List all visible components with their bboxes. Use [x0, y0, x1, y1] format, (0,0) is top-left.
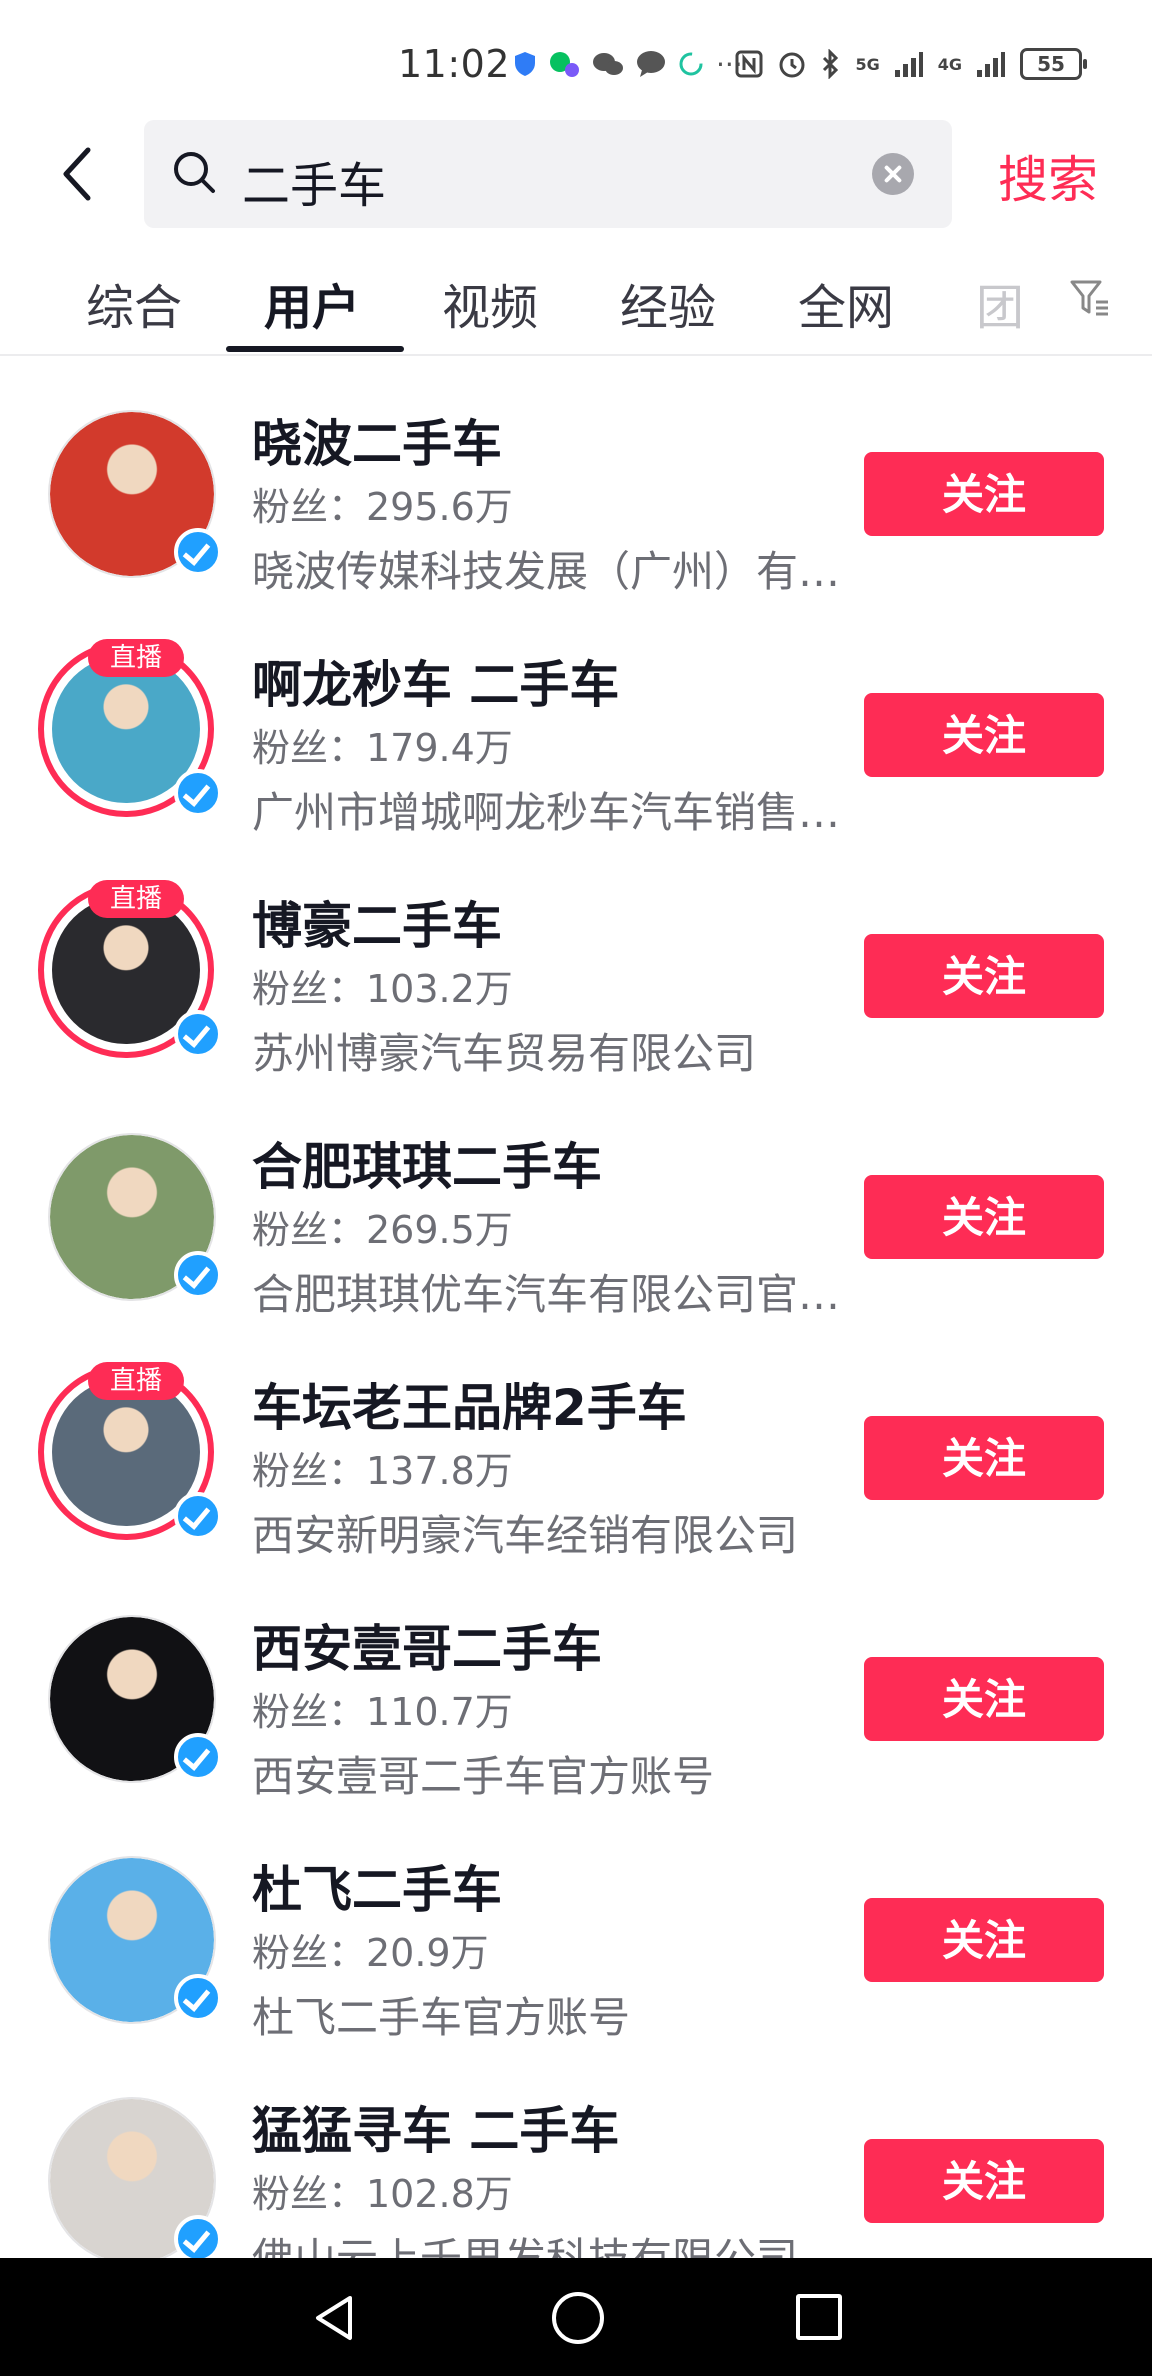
- follow-button[interactable]: 关注: [864, 1416, 1104, 1500]
- search-query[interactable]: 二手车: [242, 146, 386, 216]
- user-list: 晓波二手车 粉丝：295.6万 晓波传媒科技发展（广州）有限公司 关注 直播 啊…: [0, 378, 1152, 2306]
- fan-count: 粉丝：110.7万: [252, 1690, 513, 1734]
- nav-back-icon[interactable]: [312, 2294, 356, 2342]
- follow-button[interactable]: 关注: [864, 1657, 1104, 1741]
- verified-icon: [174, 769, 222, 817]
- user-description: 晓波传媒科技发展（广州）有限公司: [252, 547, 842, 596]
- user-row[interactable]: 西安壹哥二手车 粉丝：110.7万 西安壹哥二手车官方账号 关注: [0, 1583, 1152, 1824]
- search-icon: [174, 152, 215, 193]
- fan-count: 粉丝：137.8万: [252, 1449, 513, 1493]
- avatar-wrap: [48, 1856, 222, 2024]
- nav-home-icon[interactable]: [552, 2292, 604, 2344]
- alarm-icon: [779, 52, 805, 78]
- avatar-wrap: 直播: [38, 1362, 222, 1542]
- user-name[interactable]: 晓波二手车: [252, 404, 502, 476]
- system-nav-bar: [0, 2258, 1152, 2376]
- signal-icon-2: [977, 52, 1005, 77]
- follow-button[interactable]: 关注: [864, 693, 1104, 777]
- user-row[interactable]: 直播 博豪二手车 粉丝：103.2万 苏州博豪汽车贸易有限公司 关注: [0, 860, 1152, 1101]
- live-badge: 直播: [88, 880, 184, 918]
- status-time: 11:02: [398, 42, 511, 86]
- user-row[interactable]: 直播 啊龙秒车 二手车 粉丝：179.4万 广州市增城啊龙秒车汽车销售有限公司 …: [0, 619, 1152, 860]
- clear-icon[interactable]: [872, 153, 914, 195]
- verified-icon: [174, 1974, 222, 2022]
- battery-level: 55: [1037, 52, 1065, 76]
- follow-button[interactable]: 关注: [864, 1898, 1104, 1982]
- user-description: 广州市增城啊龙秒车汽车销售有限公司: [252, 788, 842, 837]
- active-tab-indicator: [226, 346, 404, 352]
- user-row[interactable]: 杜飞二手车 粉丝：20.9万 杜飞二手车官方账号 关注: [0, 1824, 1152, 2065]
- fan-count: 粉丝：295.6万: [252, 485, 513, 529]
- filter-icon[interactable]: [1068, 276, 1112, 320]
- user-description: 苏州博豪汽车贸易有限公司: [252, 1029, 757, 1078]
- user-row[interactable]: 晓波二手车 粉丝：295.6万 晓波传媒科技发展（广州）有限公司 关注: [0, 378, 1152, 619]
- fan-count: 粉丝：20.9万: [252, 1931, 489, 1975]
- user-name[interactable]: 啊龙秒车 二手车: [252, 645, 619, 717]
- verified-icon: [174, 2215, 222, 2263]
- user-description: 西安壹哥二手车官方账号: [252, 1752, 715, 1801]
- tab-comprehensive[interactable]: 综合: [86, 268, 182, 338]
- status-bar: 11:02 ··· 5G 4G 55: [0, 0, 1152, 120]
- user-row[interactable]: 合肥琪琪二手车 粉丝：269.5万 合肥琪琪优车汽车有限公司官方账号 关注: [0, 1101, 1152, 1342]
- verified-icon: [174, 1010, 222, 1058]
- verified-icon: [174, 1733, 222, 1781]
- avatar-wrap: [48, 1615, 222, 1783]
- network-4g-label: 4G: [937, 54, 962, 74]
- avatar-wrap: 直播: [38, 639, 222, 819]
- user-name[interactable]: 车坛老王品牌2手车: [252, 1368, 687, 1440]
- avatar-wrap: [48, 1133, 222, 1301]
- network-5g-label: 5G: [855, 54, 880, 74]
- avatar-wrap: [48, 410, 222, 578]
- sync-icon: [679, 52, 703, 76]
- follow-button[interactable]: 关注: [864, 1175, 1104, 1259]
- user-name[interactable]: 西安壹哥二手车: [252, 1609, 602, 1681]
- user-description: 合肥琪琪优车汽车有限公司官方账号: [252, 1270, 842, 1319]
- verified-icon: [174, 528, 222, 576]
- nav-recents-icon[interactable]: [796, 2294, 842, 2340]
- user-name[interactable]: 猛猛寻车 二手车: [252, 2091, 619, 2163]
- tab-web[interactable]: 全网: [798, 268, 894, 338]
- avatar-wrap: 直播: [38, 880, 222, 1060]
- nfc-icon: [735, 50, 763, 78]
- bluetooth-icon: [823, 49, 839, 79]
- user-description: 西安新明豪汽车经销有限公司: [252, 1511, 799, 1560]
- fan-count: 粉丝：103.2万: [252, 967, 513, 1011]
- tab-experience[interactable]: 经验: [620, 268, 716, 338]
- verified-icon: [174, 1251, 222, 1299]
- live-badge: 直播: [88, 1362, 184, 1400]
- fan-count: 粉丝：179.4万: [252, 726, 513, 770]
- signal-icon: [894, 52, 923, 77]
- follow-button[interactable]: 关注: [864, 452, 1104, 536]
- back-arrow-icon[interactable]: [58, 144, 98, 204]
- wechat-work-icon: [550, 52, 579, 77]
- wechat-icon: [593, 53, 623, 75]
- tab-bar: 综合 用户 视频 经验 全网 团: [0, 250, 1152, 356]
- message-icon: [637, 51, 665, 77]
- user-description: 杜飞二手车官方账号: [252, 1993, 631, 2042]
- battery-indicator: 55: [1020, 48, 1087, 80]
- follow-button[interactable]: 关注: [864, 934, 1104, 1018]
- tab-videos[interactable]: 视频: [442, 268, 538, 338]
- tab-users[interactable]: 用户: [264, 268, 360, 338]
- shield-icon: [515, 52, 535, 76]
- search-input[interactable]: 二手车: [144, 120, 952, 228]
- live-badge: 直播: [88, 639, 184, 677]
- user-name[interactable]: 博豪二手车: [252, 886, 502, 958]
- tab-group[interactable]: 团: [976, 268, 1024, 338]
- system-indicators: 5G 4G 55: [735, 44, 1087, 84]
- notification-icons: ···: [514, 44, 743, 84]
- user-row[interactable]: 直播 车坛老王品牌2手车 粉丝：137.8万 西安新明豪汽车经销有限公司 关注: [0, 1342, 1152, 1583]
- verified-icon: [174, 1492, 222, 1540]
- fan-count: 粉丝：102.8万: [252, 2172, 513, 2216]
- search-button[interactable]: 搜索: [998, 140, 1098, 212]
- avatar-wrap: [48, 2097, 222, 2265]
- follow-button[interactable]: 关注: [864, 2139, 1104, 2223]
- user-name[interactable]: 杜飞二手车: [252, 1850, 502, 1922]
- user-name[interactable]: 合肥琪琪二手车: [252, 1127, 602, 1199]
- fan-count: 粉丝：269.5万: [252, 1208, 513, 1252]
